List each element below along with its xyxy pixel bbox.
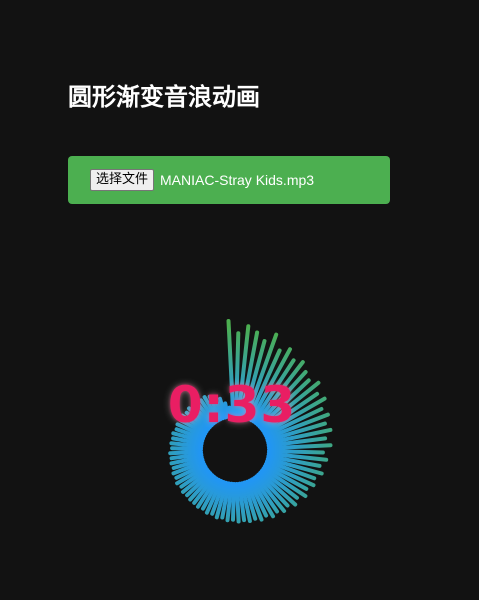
- visualizer-bar: [267, 449, 325, 455]
- file-input-bar[interactable]: 选择文件 MANIAC-Stray Kids.mp3: [68, 156, 390, 204]
- playback-time: 0:33: [167, 376, 297, 434]
- page-title: 圆形渐变音浪动画: [68, 83, 260, 111]
- choose-file-button[interactable]: 选择文件: [90, 169, 155, 191]
- visualizer-bar: [168, 449, 203, 456]
- page: 圆形渐变音浪动画 选择文件 MANIAC-Stray Kids.mp3 0:33: [0, 0, 479, 600]
- selected-file-name: MANIAC-Stray Kids.mp3: [160, 172, 315, 188]
- visualizer-bar: [234, 482, 241, 524]
- visualizer-bar: [231, 482, 236, 522]
- visualizer-bar: [170, 446, 203, 451]
